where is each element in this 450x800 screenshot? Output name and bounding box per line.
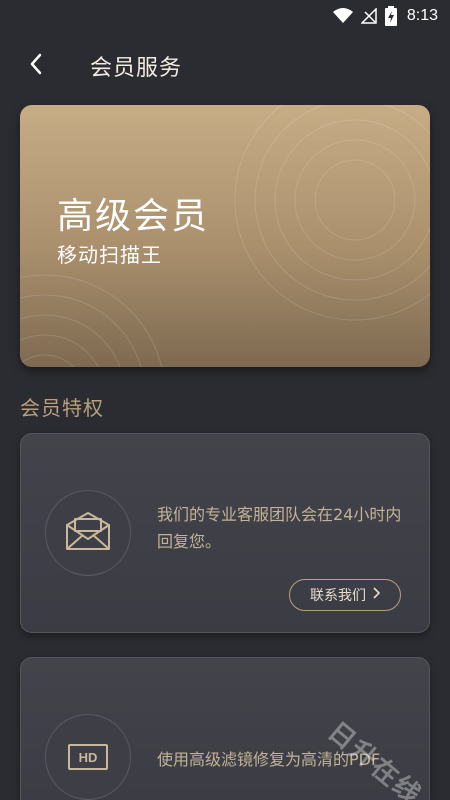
feature-icon-circle (45, 490, 131, 576)
feature-text: 我们的专业客服团队会在24小时内回复您。 (157, 505, 402, 551)
contact-us-button[interactable]: 联系我们 (289, 579, 401, 611)
envelope-icon (65, 511, 111, 555)
back-button[interactable] (18, 48, 54, 84)
chevron-left-icon (29, 53, 43, 79)
battery-charging-icon (384, 6, 397, 26)
member-card: 高级会员 移动扫描王 (20, 105, 430, 367)
section-title: 会员特权 (20, 396, 104, 420)
feature-card-support: 我们的专业客服团队会在24小时内回复您。 联系我们 (20, 433, 430, 633)
membership-title: 高级会员 (57, 196, 210, 237)
page-title: 会员服务 (90, 56, 183, 81)
feature-icon-circle: HD (45, 714, 131, 800)
wifi-icon (332, 8, 353, 24)
chevron-right-icon (372, 587, 381, 603)
hd-icon: HD (68, 744, 108, 770)
contact-us-label: 联系我们 (310, 588, 366, 604)
app-bar: 会员服务 (0, 36, 450, 96)
status-bar: 8:13 (0, 0, 450, 32)
status-time: 8:13 (406, 7, 438, 24)
app-name: 移动扫描王 (57, 243, 162, 267)
no-signal-icon (360, 8, 377, 24)
